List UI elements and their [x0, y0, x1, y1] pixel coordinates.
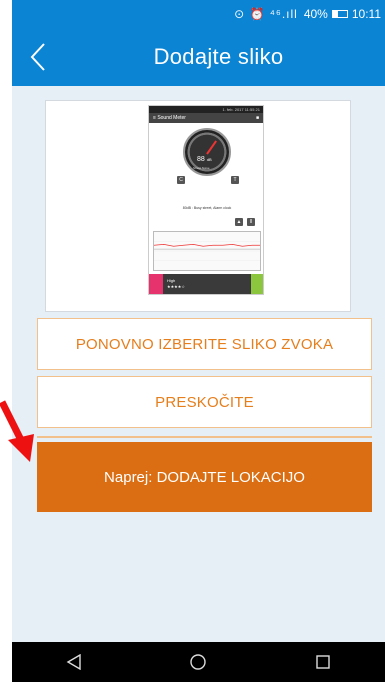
- thumbnail-app-name: Sound Meter: [157, 115, 186, 121]
- thumbnail-status-bar: 1. feb. 2017 11:55 21: [149, 106, 263, 113]
- status-bar: ⊙ ⏰ ⁴⁶.ıll 40% 10:11: [12, 0, 385, 28]
- gauge-label: Street Noise: [193, 166, 210, 170]
- nav-home-button[interactable]: [178, 642, 218, 682]
- skip-button[interactable]: PRESKOČITE: [37, 376, 372, 428]
- screenshot-thumbnail: 1. feb. 2017 11:55 21 ≡ Sound Meter ■ 88…: [148, 105, 264, 295]
- main-content: 1. feb. 2017 11:55 21 ≡ Sound Meter ■ 88…: [12, 86, 385, 642]
- circle-home-icon: [190, 654, 207, 670]
- nav-recents-button[interactable]: [303, 642, 343, 682]
- status-icons: ⊙ ⏰ ⁴⁶.ıll: [234, 7, 298, 21]
- thumbnail-caption: 80dB : Busy street, Alarm clock: [182, 206, 232, 210]
- triangle-back-icon: [66, 654, 81, 670]
- back-button[interactable]: [18, 36, 58, 78]
- app-bar: Dodajte sliko: [12, 28, 385, 86]
- annotation-arrow-icon: [0, 400, 34, 462]
- chevron-left-icon: [30, 43, 45, 71]
- gauge: 88 dB Street Noise: [183, 128, 231, 176]
- retake-sound-image-button[interactable]: PONOVNO IZBERITE SLIKO ZVOKA: [37, 318, 372, 370]
- thumbnail-bottom-bar: High ★★★★☆: [149, 274, 263, 294]
- pause-icon: II: [247, 218, 255, 226]
- tune-icon: T: [231, 176, 239, 184]
- sound-image-preview: 1. feb. 2017 11:55 21 ≡ Sound Meter ■ 88…: [45, 100, 351, 312]
- nav-back-button[interactable]: [54, 642, 94, 682]
- navigation-bar: [12, 642, 385, 682]
- battery-level: 40%: [303, 7, 328, 21]
- thumbnail-graph: [153, 231, 261, 271]
- reset-icon: C: [177, 176, 185, 184]
- chart-icon: ▲: [235, 218, 243, 226]
- camera-icon: ■: [255, 115, 259, 121]
- clock: 10:11: [351, 7, 381, 21]
- battery-icon: [331, 10, 348, 18]
- thumbnail-app-bar: ≡ Sound Meter ■: [149, 113, 263, 123]
- gauge-value: 88 dB: [197, 156, 212, 163]
- square-recents-icon: [316, 655, 330, 669]
- next-add-location-button[interactable]: Naprej: DODAJTE LOKACIJO: [37, 442, 372, 512]
- divider: [37, 436, 372, 438]
- page-title: Dodajte sliko: [153, 44, 284, 69]
